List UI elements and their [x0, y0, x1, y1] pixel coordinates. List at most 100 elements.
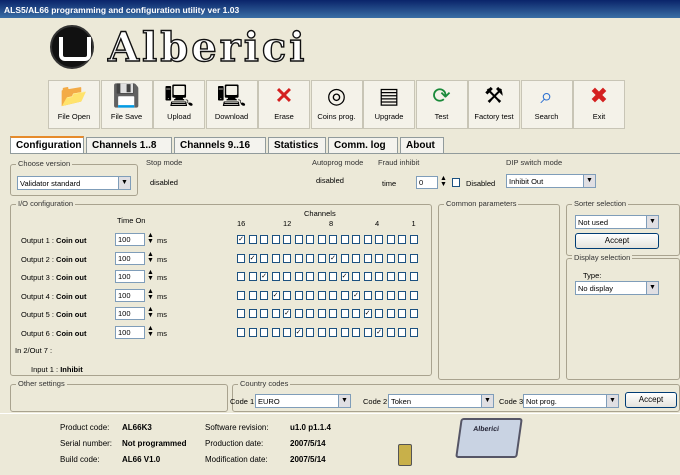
channel-11-checkbox[interactable]: ✓ — [294, 327, 303, 337]
channel-1-checkbox[interactable] — [409, 272, 418, 281]
channel-4-checkbox[interactable]: ✓ — [375, 327, 383, 337]
channel-8-checkbox[interactable] — [329, 272, 337, 281]
channel-5-checkbox[interactable] — [363, 253, 372, 263]
channel-6-checkbox[interactable] — [352, 327, 360, 337]
channel-1-checkbox[interactable] — [409, 290, 418, 300]
channel-14-checkbox[interactable] — [260, 253, 268, 263]
display-select[interactable]: No display ▼ — [575, 281, 659, 295]
channel-12-checkbox[interactable]: ✓ — [283, 309, 291, 318]
time-on-spinner[interactable]: ▲ ▼ — [146, 288, 155, 302]
dip-switch-select[interactable]: Inhibit Out ▼ — [506, 174, 596, 188]
time-on-input[interactable]: 100 — [115, 251, 145, 265]
channel-13-checkbox[interactable] — [271, 327, 280, 337]
upload-button[interactable]: 🖳 Upload — [153, 80, 205, 129]
channel-16-checkbox[interactable] — [237, 253, 245, 263]
channel-10-checkbox[interactable] — [306, 290, 314, 300]
channel-3-checkbox[interactable] — [386, 253, 395, 263]
code3-select[interactable]: Not prog. ▼ — [523, 394, 619, 408]
fraud-time-spinner[interactable]: ▲ ▼ — [439, 175, 448, 189]
file-open-button[interactable]: 📂 File Open — [48, 80, 100, 129]
channel-15-checkbox[interactable] — [248, 235, 257, 244]
sorter-accept-button[interactable]: Accept — [575, 233, 659, 249]
channel-9-checkbox[interactable] — [317, 272, 326, 281]
time-on-spinner[interactable]: ▲ ▼ — [146, 251, 155, 265]
country-accept-button[interactable]: Accept — [625, 392, 677, 408]
channel-9-checkbox[interactable] — [317, 327, 326, 337]
channel-8-checkbox[interactable]: ✓ — [329, 253, 337, 263]
tab-comm-log[interactable]: Comm. log — [328, 137, 398, 153]
channel-5-checkbox[interactable]: ✓ — [363, 309, 372, 318]
channel-9-checkbox[interactable] — [317, 235, 326, 244]
download-button[interactable]: 🖳 Download — [205, 80, 258, 129]
channel-9-checkbox[interactable] — [317, 290, 326, 300]
channel-13-checkbox[interactable] — [271, 272, 280, 281]
channel-11-checkbox[interactable] — [294, 253, 303, 263]
channel-2-checkbox[interactable] — [398, 253, 406, 263]
channel-13-checkbox[interactable] — [271, 235, 280, 244]
channel-16-checkbox[interactable] — [237, 290, 245, 300]
channel-8-checkbox[interactable] — [329, 309, 337, 318]
channel-13-checkbox[interactable]: ✓ — [271, 290, 280, 300]
channel-7-checkbox[interactable] — [340, 309, 349, 318]
channel-12-checkbox[interactable] — [283, 290, 291, 300]
channel-11-checkbox[interactable] — [294, 272, 303, 281]
channel-3-checkbox[interactable] — [386, 309, 395, 318]
channel-10-checkbox[interactable] — [306, 309, 314, 318]
channel-14-checkbox[interactable] — [260, 309, 268, 318]
time-on-input[interactable]: 100 — [115, 233, 145, 246]
channel-16-checkbox[interactable]: ✓ — [237, 235, 245, 244]
channel-5-checkbox[interactable] — [363, 235, 372, 244]
channel-15-checkbox[interactable]: ✓ — [248, 253, 257, 263]
channel-6-checkbox[interactable] — [352, 253, 360, 263]
tab-statistics[interactable]: Statistics — [268, 137, 326, 153]
channel-6-checkbox[interactable] — [352, 235, 360, 244]
channel-5-checkbox[interactable] — [363, 272, 372, 281]
code1-select[interactable]: EURO ▼ — [255, 394, 351, 408]
channel-6-checkbox[interactable] — [352, 309, 360, 318]
time-on-input[interactable]: 100 — [115, 307, 145, 320]
channel-15-checkbox[interactable] — [248, 327, 257, 337]
channel-2-checkbox[interactable] — [398, 327, 406, 337]
coins-prog-button[interactable]: ◎ Coins prog. — [310, 80, 363, 129]
code2-select[interactable]: Token ▼ — [388, 394, 494, 408]
channel-15-checkbox[interactable] — [248, 309, 257, 318]
channel-16-checkbox[interactable] — [237, 309, 245, 318]
erase-button[interactable]: ✕ Erase — [258, 80, 310, 129]
channel-12-checkbox[interactable] — [283, 327, 291, 337]
exit-button[interactable]: ✖ Exit — [573, 80, 625, 129]
channel-12-checkbox[interactable] — [283, 272, 291, 281]
channel-16-checkbox[interactable] — [237, 272, 245, 281]
channel-8-checkbox[interactable] — [329, 290, 337, 300]
channel-3-checkbox[interactable] — [386, 272, 395, 281]
channel-1-checkbox[interactable] — [409, 327, 418, 337]
channel-15-checkbox[interactable] — [248, 272, 257, 281]
channel-10-checkbox[interactable] — [306, 327, 314, 337]
channel-4-checkbox[interactable] — [375, 290, 383, 300]
channel-11-checkbox[interactable] — [294, 235, 303, 244]
channel-4-checkbox[interactable] — [375, 272, 383, 281]
channel-7-checkbox[interactable] — [340, 290, 349, 300]
tab-channels-9-16[interactable]: Channels 9..16 — [174, 137, 266, 153]
channel-2-checkbox[interactable] — [398, 272, 406, 281]
time-on-input[interactable]: 100 — [115, 325, 145, 339]
file-save-button[interactable]: 💾 File Save — [100, 80, 153, 129]
channel-4-checkbox[interactable] — [375, 253, 383, 263]
search-button[interactable]: ⌕ Search — [520, 80, 573, 129]
channel-12-checkbox[interactable] — [283, 253, 291, 263]
channel-14-checkbox[interactable] — [260, 327, 268, 337]
channel-14-checkbox[interactable] — [260, 235, 268, 244]
channel-14-checkbox[interactable] — [260, 290, 268, 300]
time-on-spinner[interactable]: ▲ ▼ — [146, 325, 155, 339]
time-on-input[interactable]: 100 — [115, 288, 145, 302]
channel-10-checkbox[interactable] — [306, 253, 314, 263]
fraud-disabled-checkbox[interactable] — [452, 178, 460, 187]
channel-10-checkbox[interactable] — [306, 272, 314, 281]
channel-1-checkbox[interactable] — [409, 235, 418, 244]
time-on-spinner[interactable]: ▲ ▼ — [146, 269, 155, 283]
channel-6-checkbox[interactable]: ✓ — [352, 290, 360, 300]
upgrade-button[interactable]: ▤ Upgrade — [363, 80, 415, 129]
channel-2-checkbox[interactable] — [398, 309, 406, 318]
channel-1-checkbox[interactable] — [409, 253, 418, 263]
channel-3-checkbox[interactable] — [386, 327, 395, 337]
factory-test-button[interactable]: ⚒ Factory test — [468, 80, 520, 129]
